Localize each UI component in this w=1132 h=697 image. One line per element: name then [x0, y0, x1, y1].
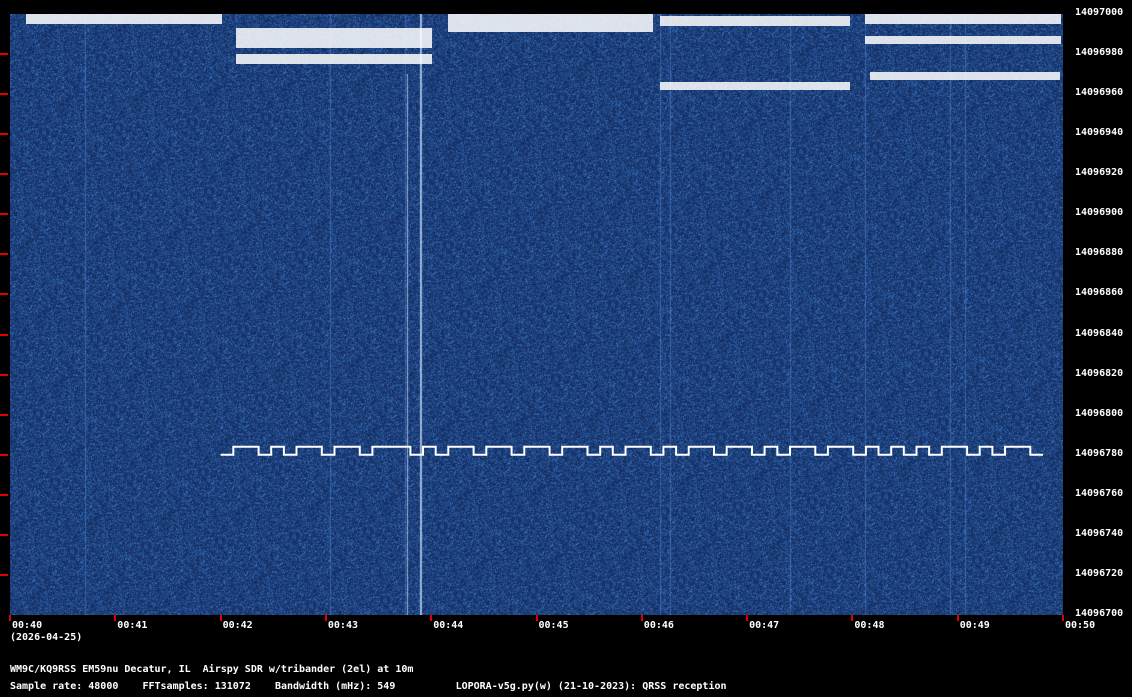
- y-tick: [0, 373, 8, 376]
- y-tick-label: 14096740: [1075, 527, 1124, 539]
- y-tick: [0, 493, 8, 496]
- x-tick: [956, 615, 959, 621]
- x-tick-label: 00:43: [327, 620, 358, 631]
- signal-block: [865, 14, 1061, 24]
- x-tick: [640, 615, 643, 621]
- x-tick-label: 00:40: [12, 620, 43, 631]
- y-tick: [0, 453, 8, 456]
- y-tick: [0, 533, 8, 536]
- y-tick: [0, 53, 8, 56]
- y-tick-label: 14096860: [1075, 287, 1124, 299]
- y-tick: [0, 413, 8, 416]
- y-tick: [0, 293, 8, 296]
- y-tick-label: 14096900: [1075, 207, 1124, 219]
- y-tick: [0, 93, 8, 96]
- x-tick-label: 00:50: [1065, 620, 1096, 631]
- y-tick-label: 14096720: [1075, 567, 1124, 579]
- y-tick: [0, 173, 8, 176]
- x-tick-label: 00:47: [749, 620, 780, 631]
- x-tick-label: 00:48: [854, 620, 885, 631]
- signal-block: [660, 16, 850, 26]
- y-tick: [0, 333, 8, 336]
- y-tick-label: 14096820: [1075, 367, 1124, 379]
- y-tick-label: 14096840: [1075, 327, 1124, 339]
- y-tick-label: 14096700: [1075, 608, 1124, 619]
- signal-block: [236, 54, 432, 64]
- x-tick-label: 00:49: [959, 620, 990, 631]
- signal-block: [660, 82, 850, 90]
- y-tick-label: 14096800: [1075, 407, 1124, 419]
- signal-block: [26, 14, 222, 24]
- x-tick: [430, 615, 433, 621]
- y-tick-label: 14096940: [1075, 127, 1124, 139]
- software-version: LOPORA-v5g.py(w) (21-10-2023): QRSS rece…: [455, 681, 727, 692]
- x-tick-label: 00:45: [538, 620, 569, 631]
- x-tick: [114, 615, 117, 621]
- bandwidth: Bandwidth (mHz): 549: [274, 681, 396, 692]
- y-tick-label: 14096780: [1075, 447, 1124, 459]
- x-tick: [324, 615, 327, 621]
- x-tick-label: 00:42: [222, 620, 253, 631]
- grabber-window: 14097000 14096980 14096960 14096940 14096920…: [0, 0, 1132, 697]
- y-tick-label: 14097000: [1075, 7, 1124, 18]
- x-tick-label: 00:41: [117, 620, 148, 631]
- y-tick: [0, 573, 8, 576]
- y-tick: [0, 133, 8, 136]
- signal-block: [448, 14, 653, 32]
- x-tick-label: 00:46: [643, 620, 674, 631]
- x-tick: [851, 615, 854, 621]
- signal-block: [865, 36, 1061, 44]
- fft-samples: FFTsamples: 131072: [142, 681, 251, 692]
- x-tick-label: 00:44: [433, 620, 464, 631]
- y-tick: [0, 253, 8, 256]
- y-tick-label: 14096880: [1075, 247, 1124, 259]
- x-tick: [746, 615, 749, 621]
- x-tick: [9, 615, 11, 621]
- signal-overlay: [26, 14, 1061, 456]
- signal-block: [236, 28, 432, 48]
- x-tick: [219, 615, 222, 621]
- x-tick: [1062, 615, 1064, 621]
- sample-rate: Sample rate: 48000: [10, 681, 119, 692]
- y-tick-label: 14096980: [1075, 47, 1124, 59]
- date-label: (2026-04-25): [10, 632, 83, 643]
- capture-params: Sample rate: 48000 FFTsamples: 131072 Ba…: [10, 681, 727, 692]
- y-tick: [0, 213, 8, 216]
- station-info: WM9C/KQ9RSS EM59nu Decatur, IL Airspy SD…: [10, 664, 414, 675]
- qrss-signal-trace: [220, 445, 1043, 456]
- signal-block: [870, 72, 1060, 80]
- y-tick-label: 14096920: [1075, 167, 1124, 179]
- x-tick: [535, 615, 538, 621]
- y-tick-label: 14096760: [1075, 487, 1124, 499]
- y-tick-label: 14096960: [1075, 87, 1124, 99]
- spectrogram-plot: [10, 14, 1063, 615]
